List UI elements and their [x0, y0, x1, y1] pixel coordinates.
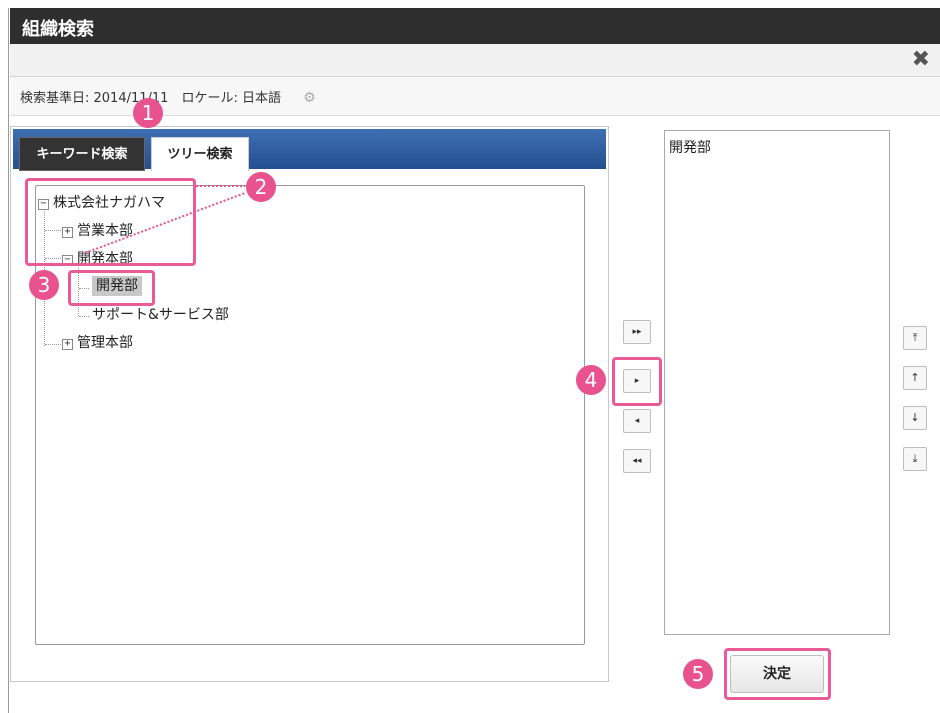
dialog-title: 組織検索: [22, 19, 94, 40]
expand-icon[interactable]: +: [62, 339, 73, 350]
tab-strip: キーワード検索 ツリー検索: [13, 129, 606, 171]
tree-connector: [45, 344, 61, 345]
annotation-badge: 1: [133, 98, 163, 128]
selected-list[interactable]: 開発部: [664, 130, 890, 635]
tree-node-label: 管理本部: [77, 335, 133, 351]
title-bar: 組織検索: [10, 8, 940, 44]
annotation-highlight: [724, 648, 831, 700]
annotation-badge: 3: [29, 270, 59, 300]
selected-list-item[interactable]: 開発部: [669, 137, 711, 157]
tree-connector: [79, 316, 89, 317]
remove-all-button[interactable]: ◂◂: [623, 449, 651, 473]
annotation-highlight: [612, 357, 662, 406]
gear-icon[interactable]: ⚙: [303, 90, 316, 106]
tree-node-label: サポート&サービス部: [92, 307, 229, 323]
annotation-badge: 2: [246, 172, 276, 202]
add-all-button[interactable]: ▸▸: [623, 320, 651, 344]
tab-keyword-search[interactable]: キーワード検索: [19, 137, 145, 171]
annotation-badge: 5: [683, 659, 713, 689]
remove-button[interactable]: ◂: [623, 409, 651, 433]
info-text: 検索基準日: 2014/11/11 ロケール: 日本語 ⚙: [20, 87, 316, 106]
move-down-button[interactable]: ↓: [903, 406, 927, 430]
tab-tree-search[interactable]: ツリー検索: [151, 137, 249, 171]
tree-node-support[interactable]: サポート&サービス部: [92, 304, 229, 324]
move-top-button[interactable]: ⤒: [903, 326, 927, 350]
toolbar: ✖: [10, 44, 940, 77]
annotation-badge: 4: [576, 365, 606, 395]
tree-node-admin[interactable]: + 管理本部: [62, 332, 133, 352]
move-bottom-button[interactable]: ⤓: [903, 447, 927, 471]
annotation-highlight: [68, 270, 155, 306]
close-icon[interactable]: ✖: [912, 47, 930, 73]
annotation-highlight: [25, 178, 196, 266]
move-up-button[interactable]: ↑: [903, 366, 927, 390]
